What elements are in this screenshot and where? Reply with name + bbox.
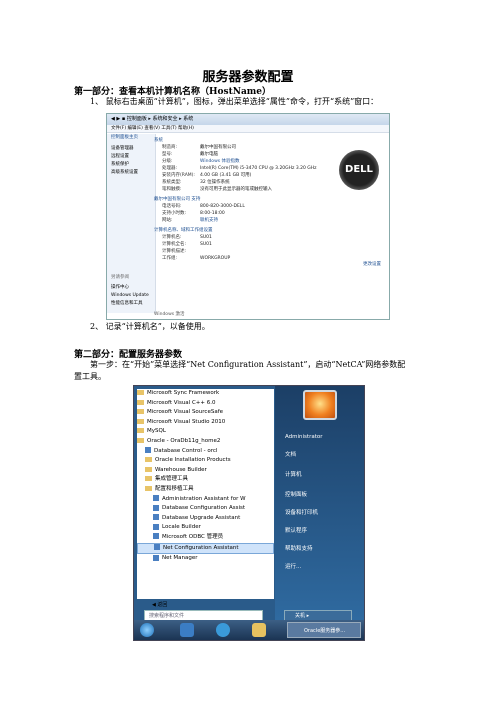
list-item[interactable]: Oracle Installation Products xyxy=(137,456,274,466)
system-window-screenshot: ◀ ▶ ▪ 控制面板 ▸ 系统和安全 ▸ 系统 文件(F) 编辑(E) 查看(V… xyxy=(106,113,390,320)
start-menu-right-pane: Administrator 文档 计算机 控制面板 设备和打印机 默认程序 帮助… xyxy=(275,386,364,620)
activation-label: Windows 激活 xyxy=(154,312,185,317)
list-item[interactable]: Database Configuration Assist xyxy=(137,504,274,514)
control-panel-link[interactable]: 控制面板 xyxy=(285,490,307,498)
list-item[interactable]: Microsoft Visual SourceSafe xyxy=(137,408,274,418)
list-item[interactable]: 配置和移植工具 xyxy=(137,485,274,495)
list-item[interactable]: Warehouse Builder xyxy=(137,466,274,476)
run-link[interactable]: 运行... xyxy=(285,562,301,570)
support-row: 支持小时数: 8:00-18:00 xyxy=(162,211,225,216)
start-menu-screenshot: Microsoft Sync Framework Microsoft Visua… xyxy=(133,385,365,641)
list-item[interactable]: Administration Assistant for W xyxy=(137,495,274,505)
sidebar-item-action-center: 操作中心 xyxy=(111,285,129,290)
list-item[interactable]: Net Manager xyxy=(137,554,274,564)
sidebar-item-home: 控制面板主页 xyxy=(111,135,138,140)
section-computer-name: 计算机名称、域和工作组设置 xyxy=(154,228,213,233)
back-button[interactable]: ◀ 返回 xyxy=(152,601,167,608)
part2-step1-line2: 置工具。 xyxy=(74,372,106,381)
help-support-link[interactable]: 帮助和支持 xyxy=(285,544,313,552)
list-item[interactable]: Oracle - OraDb11g_home2 xyxy=(137,437,274,447)
list-item[interactable]: Microsoft Sync Framework xyxy=(137,389,274,399)
default-programs-link[interactable]: 默认程序 xyxy=(285,526,307,534)
part1-step1: 1、 鼠标右击桌面“计算机”，图标，弹出菜单选择“属性”命令，打开“系统”窗口： xyxy=(90,97,379,106)
list-item[interactable]: Database Upgrade Assistant xyxy=(137,514,274,524)
sidebar-item-remote: 远程设置 xyxy=(111,154,129,159)
part1-step2: 2、 记录“计算机名”，以备使用。 xyxy=(90,322,210,331)
name-row: 工作组: WORKGROUP xyxy=(162,256,231,261)
list-item[interactable]: Microsoft Visual C++ 6.0 xyxy=(137,399,274,409)
ie-icon[interactable] xyxy=(216,623,230,637)
devices-printers-link[interactable]: 设备和打印机 xyxy=(285,508,318,516)
section-system: 系统 xyxy=(154,138,163,143)
folder-icon[interactable] xyxy=(252,623,266,637)
documents-link[interactable]: 文档 xyxy=(285,450,296,458)
name-row: 计算机名: SU01 xyxy=(162,235,212,240)
section-support: 戴尔中国有限公司 支持 xyxy=(154,197,201,202)
support-row: 网站: 联机支持 xyxy=(162,218,218,223)
part2-step1-line1: 第一步：在“开始”菜单选择“Net Configuration Assistan… xyxy=(90,360,406,369)
net-configuration-assistant-item[interactable]: Net Configuration Assistant xyxy=(137,542,274,555)
breadcrumb: ◀ ▶ ▪ 控制面板 ▸ 系统和安全 ▸ 系统 xyxy=(107,114,389,125)
list-item[interactable]: Locale Builder xyxy=(137,523,274,533)
start-orb-icon[interactable] xyxy=(140,623,154,637)
sidebar-item-device-manager: 设备管理器 xyxy=(111,146,134,151)
list-item[interactable]: MySQL xyxy=(137,427,274,437)
programs-list: Microsoft Sync Framework Microsoft Visua… xyxy=(137,389,274,599)
page-title: 服务器参数配置 xyxy=(202,70,294,85)
list-item[interactable]: Microsoft Visual Studio 2010 xyxy=(137,418,274,428)
computer-link[interactable]: 计算机 xyxy=(285,470,302,478)
sidebar-item-windows-update: Windows Update xyxy=(111,293,149,298)
sidebar-item-advanced: 高级系统设置 xyxy=(111,170,138,175)
explorer-icon[interactable] xyxy=(180,623,194,637)
sidebar: 控制面板主页 设备管理器 远程设置 系统保护 高级系统设置 另请参阅 操作中心 … xyxy=(107,134,156,313)
user-avatar-icon xyxy=(303,390,337,420)
list-item[interactable]: Microsoft ODBC 管理员 xyxy=(137,533,274,543)
dell-logo: DELL xyxy=(339,150,379,190)
change-settings-link[interactable]: 更改设置 xyxy=(363,261,381,268)
name-row: 计算机全名: SU01 xyxy=(162,242,212,247)
system-main: 系统 制造商: 戴尔中国有限公司 型号: 戴尔电脑 分级: Windows 体验指数 … xyxy=(154,136,387,317)
name-row: 计算机描述: xyxy=(162,249,187,254)
see-also-label: 另请参阅 xyxy=(111,275,129,280)
support-row: 电话号码: 800-820-3000-DELL xyxy=(162,204,245,209)
list-item[interactable]: 集成管理工具 xyxy=(137,475,274,485)
taskbar: Oracle服务器参... xyxy=(134,620,364,640)
user-name[interactable]: Administrator xyxy=(285,434,323,440)
list-item[interactable]: Database Control - orcl xyxy=(137,447,274,457)
sidebar-item-performance: 性能信息和工具 xyxy=(111,301,143,306)
sidebar-item-protection: 系统保护 xyxy=(111,162,129,167)
menu-bar: 文件(F) 编辑(E) 查看(V) 工具(T) 帮助(H) xyxy=(107,125,389,133)
taskbar-oracle-button[interactable]: Oracle服务器参... xyxy=(287,622,361,638)
